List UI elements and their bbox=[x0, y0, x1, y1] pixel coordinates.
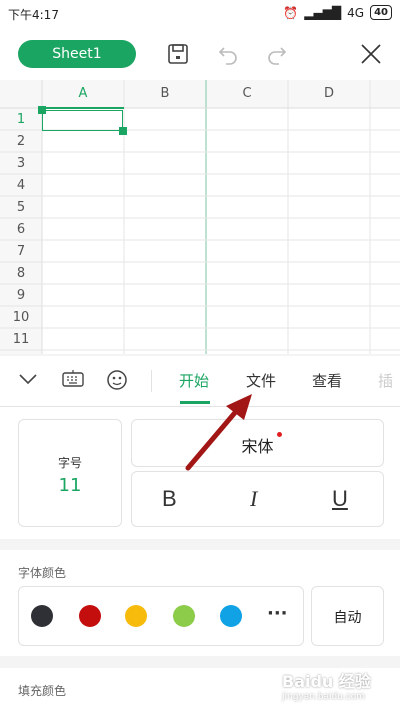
font-size-label: 字号 bbox=[57, 456, 82, 470]
redo-icon[interactable] bbox=[262, 39, 292, 69]
color-swatch-red[interactable] bbox=[79, 605, 101, 627]
row-header-3[interactable]: 3 bbox=[0, 153, 42, 175]
row-header-11[interactable]: 11 bbox=[0, 329, 42, 351]
baidu-watermark: Baidu 经验 jingyan.baidu.com bbox=[282, 668, 371, 702]
collapse-chevron-icon[interactable] bbox=[18, 371, 38, 390]
font-color-title: 字体颜色 bbox=[18, 566, 67, 580]
underline-button[interactable]: U bbox=[332, 486, 348, 512]
new-dot-badge bbox=[277, 432, 282, 437]
undo-icon[interactable] bbox=[213, 39, 243, 69]
row-header-5[interactable]: 5 bbox=[0, 197, 42, 219]
battery-icon: 40 bbox=[370, 5, 392, 20]
column-header-d[interactable]: D bbox=[288, 80, 370, 108]
row-header-1[interactable]: 1 bbox=[0, 109, 42, 131]
tab-insert[interactable]: 插 bbox=[378, 370, 393, 391]
sheet-tab-button[interactable]: Sheet1 bbox=[18, 40, 136, 68]
row-header-6[interactable]: 6 bbox=[0, 219, 42, 241]
row-header-4[interactable]: 4 bbox=[0, 175, 42, 197]
tab-file[interactable]: 文件 bbox=[246, 370, 276, 391]
tab-divider bbox=[151, 370, 152, 392]
font-color-section: 字体颜色 ··· 自动 bbox=[0, 550, 400, 656]
fill-color-title: 填充颜色 bbox=[18, 684, 67, 698]
tab-start[interactable]: 开始 bbox=[179, 370, 209, 391]
row-header-2[interactable]: 2 bbox=[0, 131, 42, 153]
keyboard-icon[interactable] bbox=[62, 370, 84, 392]
font-style-group: B I U bbox=[131, 471, 384, 527]
color-swatch-green[interactable] bbox=[173, 605, 195, 627]
watermark-text: Baidu 经验 bbox=[282, 672, 371, 691]
font-size-button[interactable]: 字号 11 bbox=[18, 419, 122, 527]
row-header-8[interactable]: 8 bbox=[0, 263, 42, 285]
save-icon[interactable] bbox=[163, 39, 193, 69]
row-header-10[interactable]: 10 bbox=[0, 307, 42, 329]
close-icon[interactable] bbox=[356, 39, 386, 69]
status-right: ⏰ ▂▄▆█ 4G 40 bbox=[283, 5, 392, 20]
top-toolbar: Sheet1 bbox=[0, 28, 400, 80]
network-label: 4G bbox=[347, 5, 365, 20]
column-header-a[interactable]: A bbox=[42, 80, 124, 108]
font-size-value: 11 bbox=[58, 475, 82, 496]
status-time: 下午4:17 bbox=[8, 8, 59, 22]
row-header-9[interactable]: 9 bbox=[0, 285, 42, 307]
tab-view[interactable]: 查看 bbox=[312, 370, 342, 391]
selection-handle-bottom-right[interactable] bbox=[119, 127, 127, 135]
spreadsheet-grid[interactable]: A B C D 1 2 3 4 5 6 7 8 9 10 11 bbox=[0, 80, 400, 354]
font-color-swatches: ··· bbox=[18, 586, 304, 646]
signal-icon: ▂▄▆█ bbox=[304, 5, 342, 20]
watermark-sub: jingyan.baidu.com bbox=[282, 692, 366, 702]
more-colors-icon[interactable]: ··· bbox=[267, 603, 288, 624]
selected-cell-a1[interactable] bbox=[42, 110, 123, 131]
color-swatch-blue[interactable] bbox=[220, 605, 242, 627]
row-header-7[interactable]: 7 bbox=[0, 241, 42, 263]
italic-button[interactable]: I bbox=[250, 486, 257, 512]
bold-button[interactable]: B bbox=[162, 486, 177, 512]
auto-color-label: 自动 bbox=[333, 610, 362, 626]
alarm-icon: ⏰ bbox=[283, 5, 299, 20]
annotation-arrow-icon bbox=[185, 394, 252, 471]
column-header-b[interactable]: B bbox=[124, 80, 206, 108]
selection-handle-top-left[interactable] bbox=[38, 106, 46, 114]
auto-color-button[interactable]: 自动 bbox=[311, 586, 384, 646]
status-bar: 下午4:17 ⏰ ▂▄▆█ 4G 40 bbox=[0, 0, 400, 28]
emoji-icon[interactable] bbox=[106, 369, 128, 395]
column-header-c[interactable]: C bbox=[206, 80, 288, 108]
color-swatch-yellow[interactable] bbox=[125, 605, 147, 627]
color-swatch-black[interactable] bbox=[31, 605, 53, 627]
